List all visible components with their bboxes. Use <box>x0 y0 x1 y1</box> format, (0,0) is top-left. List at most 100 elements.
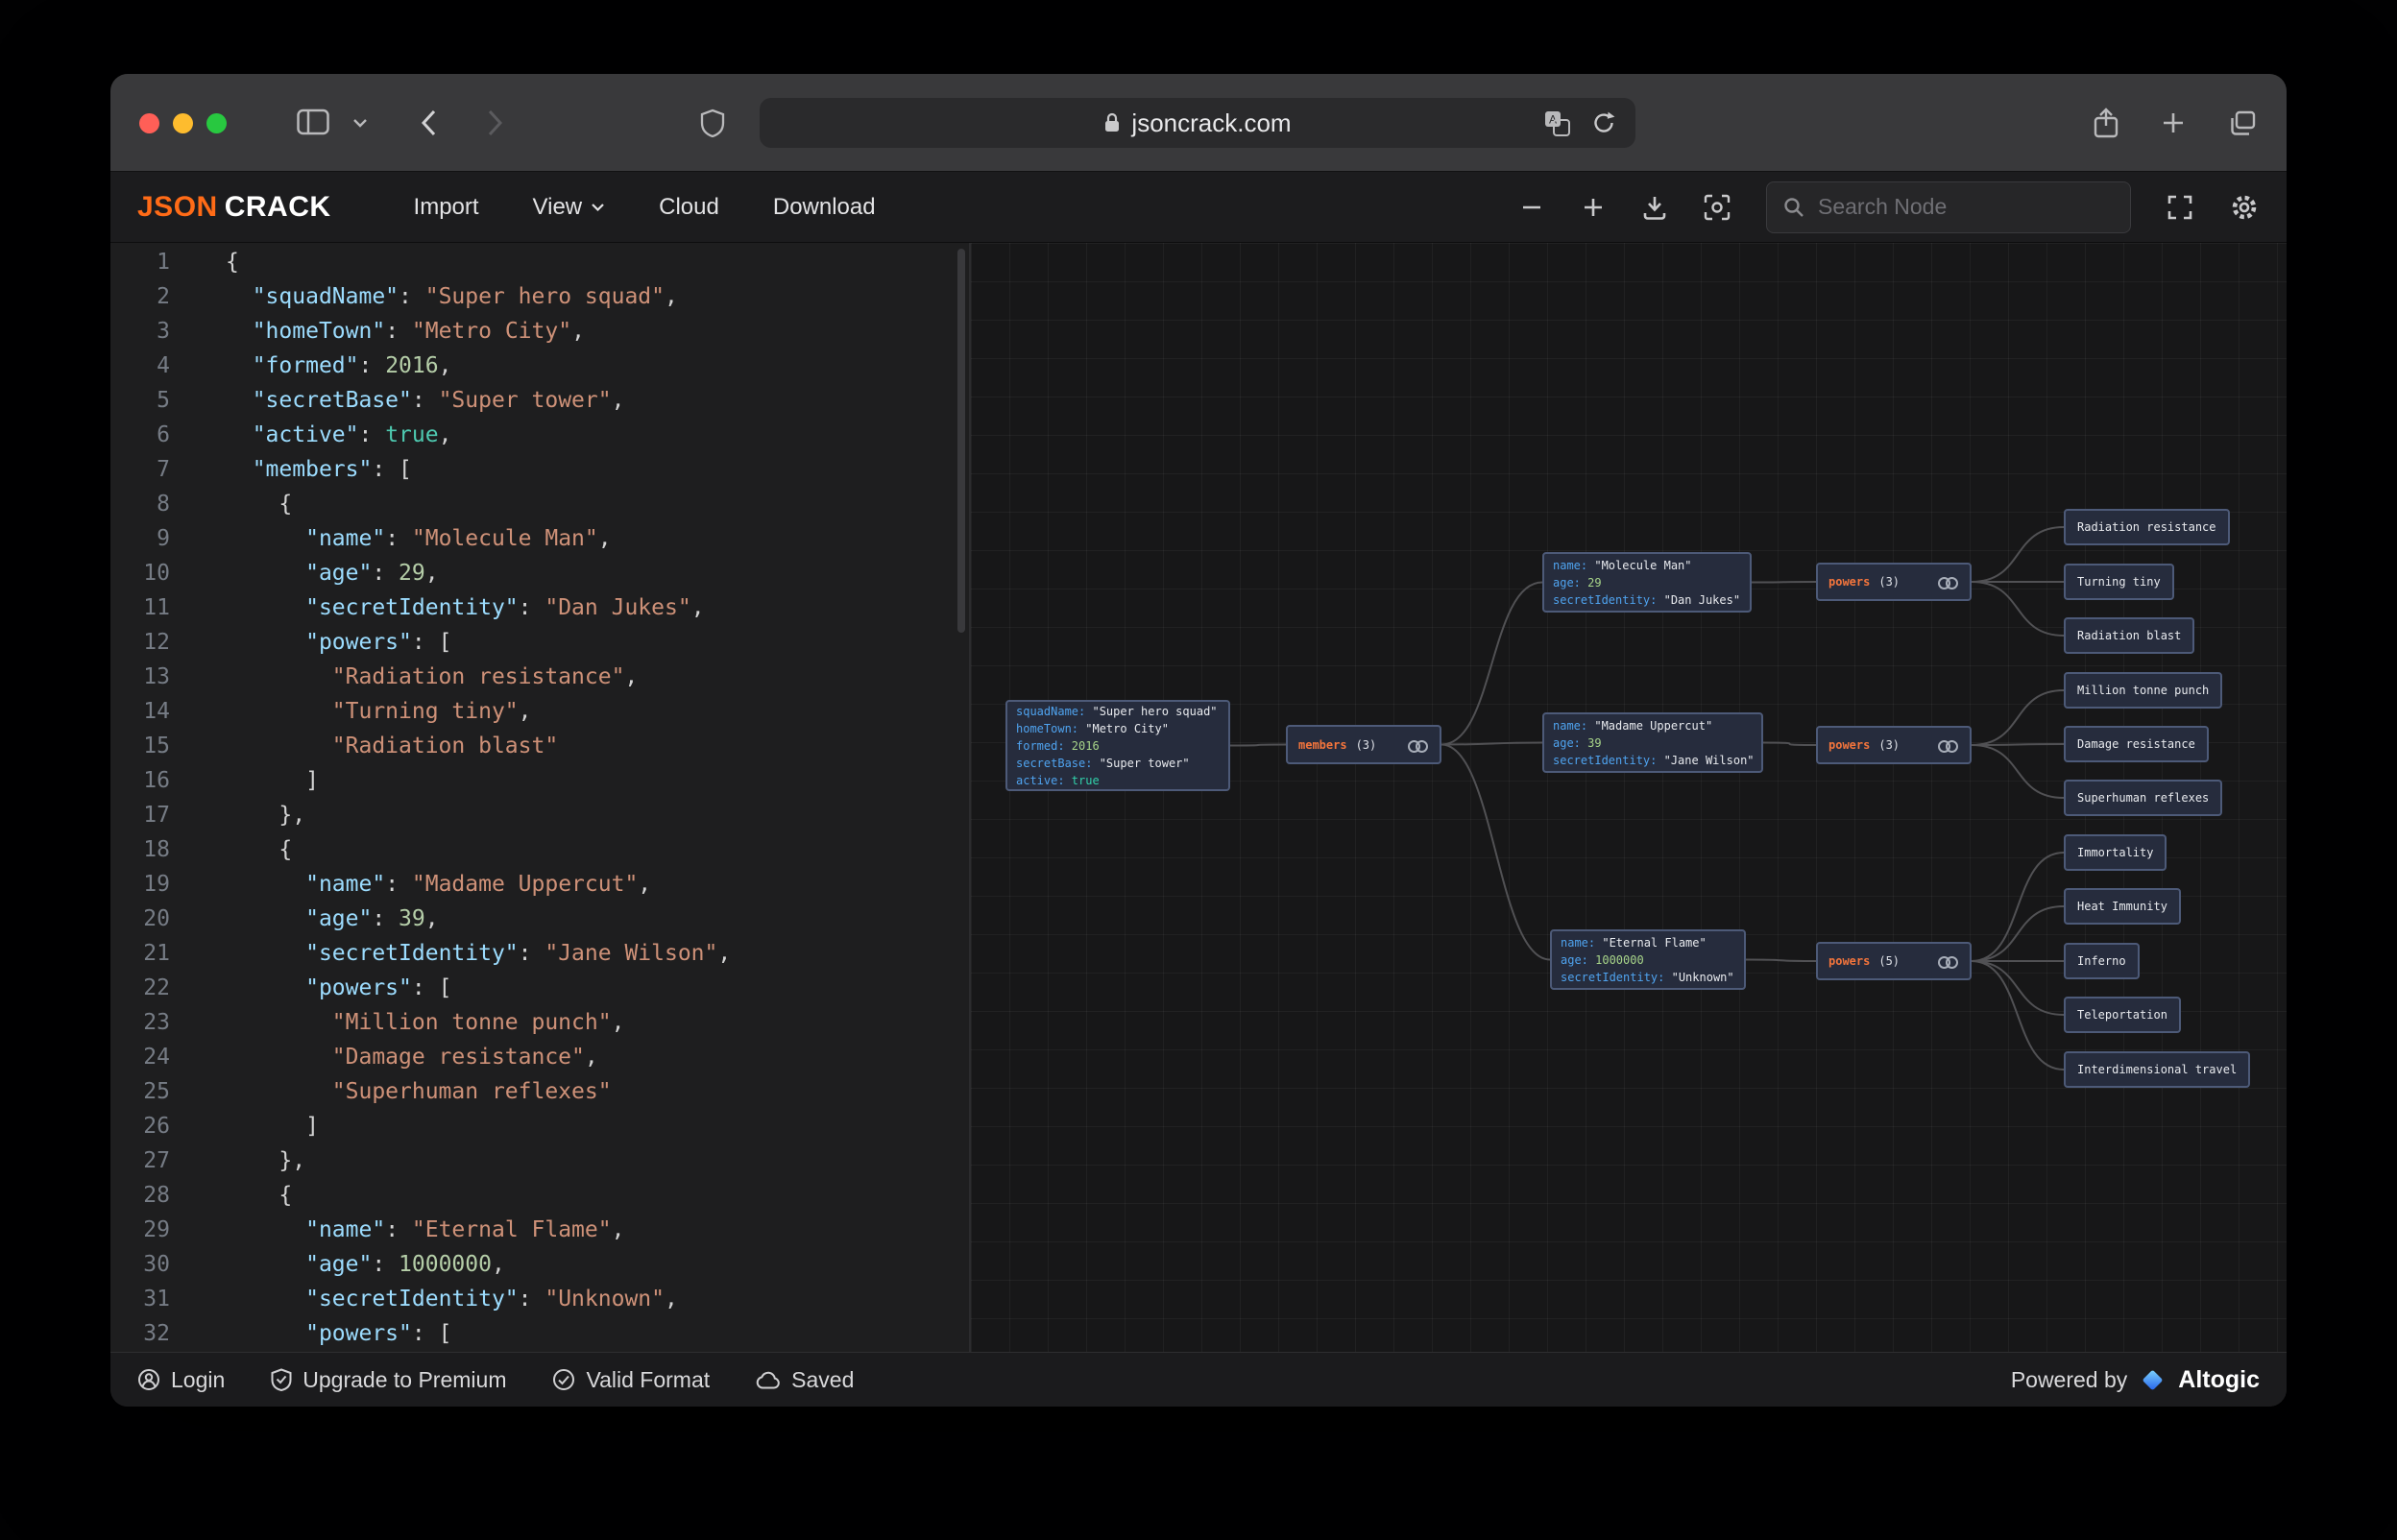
code-line[interactable]: "Radiation resistance", <box>226 660 971 694</box>
editor-scrollbar-thumb[interactable] <box>957 249 965 633</box>
fullscreen-button[interactable] <box>2166 193 2194 222</box>
sidebar-menu-button[interactable] <box>352 118 368 129</box>
code-line[interactable]: "secretIdentity": "Dan Jukes", <box>226 590 971 625</box>
graph-node-l8[interactable]: Heat Immunity <box>2064 888 2181 925</box>
code-lines[interactable]: { "squadName": "Super hero squad", "home… <box>191 243 971 1352</box>
graph-node-l3[interactable]: Radiation blast <box>2064 617 2195 654</box>
code-line[interactable]: "homeTown": "Metro City", <box>226 314 971 349</box>
code-line[interactable]: "secretIdentity": "Unknown", <box>226 1282 971 1316</box>
code-line[interactable]: "powers": [ <box>226 971 971 1005</box>
code-line[interactable]: "secretBase": "Super tower", <box>226 383 971 418</box>
code-line[interactable]: "Radiation blast" <box>226 729 971 763</box>
search-input[interactable] <box>1818 194 2115 220</box>
code-token: : <box>358 353 386 378</box>
graph-node-l4[interactable]: Million tonne punch <box>2064 672 2223 709</box>
code-line[interactable]: "age": 29, <box>226 556 971 590</box>
url-text: jsoncrack.com <box>1131 108 1292 137</box>
code-line[interactable]: "powers": [ <box>226 1316 971 1351</box>
altogic-brand-link[interactable]: Altogic <box>2178 1366 2260 1394</box>
translate-button[interactable]: A <box>1544 110 1570 136</box>
code-line[interactable]: "Turning tiny", <box>226 694 971 729</box>
graph-node-root[interactable]: squadName: "Super hero squad" homeTown: "… <box>1005 700 1230 791</box>
zoom-out-button[interactable] <box>1518 194 1545 221</box>
zoom-window-button[interactable] <box>206 113 227 133</box>
line-number: 22 <box>143 975 170 1000</box>
logo-crack: CRACK <box>224 190 331 223</box>
graph-canvas[interactable]: squadName: "Super hero squad" homeTown: "… <box>971 243 2287 1352</box>
minimize-window-button[interactable] <box>173 113 193 133</box>
code-line[interactable]: ] <box>226 1109 971 1143</box>
code-token: "secretIdentity" <box>305 941 519 966</box>
code-token: { <box>226 837 293 862</box>
graph-node-m3[interactable]: name: "Eternal Flame" age: 1000000 secretI… <box>1550 929 1746 990</box>
reload-button[interactable] <box>1591 110 1616 135</box>
login-button[interactable]: Login <box>137 1367 225 1393</box>
saved-status[interactable]: Saved <box>756 1367 854 1393</box>
graph-node-m2[interactable]: name: "Madame Uppercut" age: 39 secretIden… <box>1542 712 1763 773</box>
graph-node-l7[interactable]: Immortality <box>2064 834 2167 871</box>
translate-icon: A <box>1545 110 1570 136</box>
menu-item-cloud[interactable]: Cloud <box>659 194 719 221</box>
privacy-report-button[interactable] <box>700 108 725 137</box>
valid-format-status[interactable]: Valid Format <box>552 1367 710 1393</box>
code-token: { <box>226 492 293 517</box>
graph-node-l6[interactable]: Superhuman reflexes <box>2064 780 2223 816</box>
back-button[interactable] <box>420 108 437 137</box>
new-tab-button[interactable] <box>2161 110 2186 135</box>
code-line[interactable]: "powers": [ <box>226 625 971 660</box>
json-editor[interactable]: 1 2 3 4 5 6 7 8 9 10 11 12 13 14 15 16 17 18 19 20 21 22 23 24 2… <box>110 243 971 1352</box>
menu-item-download[interactable]: Download <box>773 194 876 221</box>
graph-edge <box>1441 743 1551 961</box>
code-token: "Radiation resistance" <box>331 664 625 689</box>
code-line[interactable]: "secretIdentity": "Jane Wilson", <box>226 936 971 971</box>
code-line[interactable]: ] <box>226 763 971 798</box>
menu-item-view[interactable]: View <box>533 194 606 221</box>
upgrade-premium-button[interactable]: Upgrade to Premium <box>271 1367 506 1393</box>
code-line[interactable]: { <box>226 1178 971 1213</box>
code-line[interactable]: "age": 39, <box>226 902 971 936</box>
download-image-button[interactable] <box>1641 194 1668 221</box>
code-line[interactable]: }, <box>226 1143 971 1178</box>
code-line[interactable]: "Superhuman reflexes" <box>226 1074 971 1109</box>
graph-node-l10[interactable]: Teleportation <box>2064 997 2181 1033</box>
address-bar[interactable]: jsoncrack.com A <box>760 98 1635 148</box>
graph-node-l9[interactable]: Inferno <box>2064 943 2140 979</box>
graph-node-l5[interactable]: Damage resistance <box>2064 726 2209 762</box>
code-token: : <box>385 526 412 551</box>
menu-item-import[interactable]: Import <box>414 194 479 221</box>
code-line[interactable]: }, <box>226 798 971 832</box>
code-line[interactable]: "members": [ <box>226 452 971 487</box>
code-token: 29 <box>399 561 425 586</box>
code-line[interactable]: "formed": 2016, <box>226 349 971 383</box>
graph-node-l11[interactable]: Interdimensional travel <box>2064 1051 2251 1088</box>
settings-button[interactable] <box>2229 192 2260 223</box>
sidebar-toggle-button[interactable] <box>297 108 329 135</box>
graph-node-l1[interactable]: Radiation resistance <box>2064 509 2230 545</box>
code-line[interactable]: { <box>226 487 971 521</box>
graph-node-p2[interactable]: powers (3) <box>1816 726 1972 764</box>
code-line[interactable]: "Million tonne punch", <box>226 1005 971 1040</box>
graph-node-l2[interactable]: Turning tiny <box>2064 564 2174 600</box>
forward-button[interactable] <box>487 108 504 137</box>
graph-node-p3[interactable]: powers (5) <box>1816 942 1972 980</box>
code-line[interactable]: "active": true, <box>226 418 971 452</box>
code-line[interactable]: "Damage resistance", <box>226 1040 971 1074</box>
code-line[interactable]: "name": "Eternal Flame", <box>226 1213 971 1247</box>
code-line[interactable]: "squadName": "Super hero squad", <box>226 279 971 314</box>
tab-overview-button[interactable] <box>2228 110 2256 136</box>
code-line[interactable]: "name": "Molecule Man", <box>226 521 971 556</box>
code-line[interactable]: "name": "Madame Uppercut", <box>226 867 971 902</box>
close-window-button[interactable] <box>139 113 159 133</box>
center-view-button[interactable] <box>1703 193 1731 222</box>
code-line[interactable]: { <box>226 245 971 279</box>
altogic-logo-icon <box>2143 1370 2163 1389</box>
graph-node-members[interactable]: members (3) <box>1286 725 1441 764</box>
zoom-in-button[interactable] <box>1580 194 1607 221</box>
code-token: , <box>571 319 585 344</box>
app-logo[interactable]: JSON CRACK <box>137 191 331 224</box>
code-line[interactable]: { <box>226 832 971 867</box>
graph-node-m1[interactable]: name: "Molecule Man" age: 29 secretIdentit… <box>1542 552 1752 613</box>
share-button[interactable] <box>2094 108 2119 138</box>
code-line[interactable]: "age": 1000000, <box>226 1247 971 1282</box>
graph-node-p1[interactable]: powers (3) <box>1816 563 1972 601</box>
